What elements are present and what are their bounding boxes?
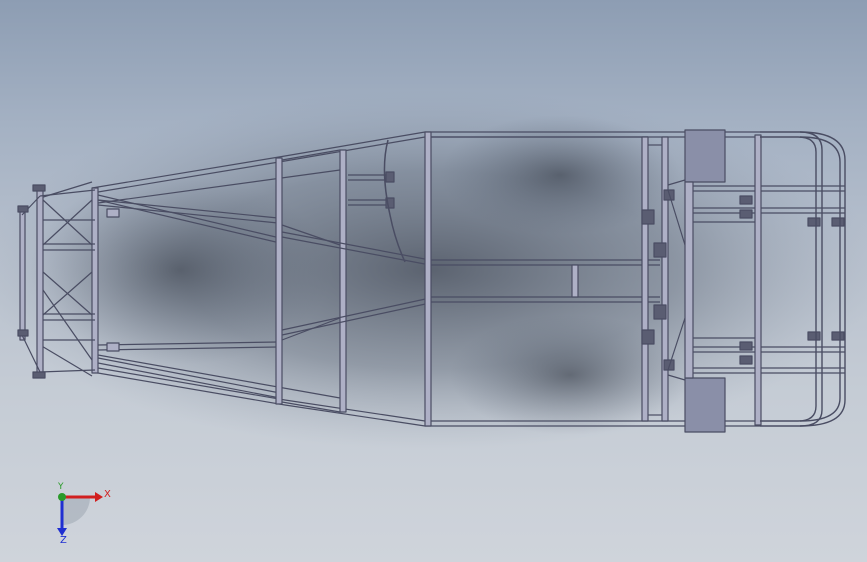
view-triad[interactable]: X Y Z — [57, 482, 111, 546]
x-axis-label: X — [104, 489, 111, 500]
y-axis-dot — [58, 493, 66, 501]
x-axis-arrowhead — [95, 492, 103, 502]
triad-quadrant — [62, 497, 90, 525]
z-axis-label: Z — [60, 535, 67, 546]
ground-shadow — [0, 90, 867, 450]
model-view[interactable]: X Y Z — [0, 0, 867, 562]
y-axis-label: Y — [57, 482, 64, 492]
graphics-viewport[interactable]: X Y Z — [0, 0, 867, 562]
